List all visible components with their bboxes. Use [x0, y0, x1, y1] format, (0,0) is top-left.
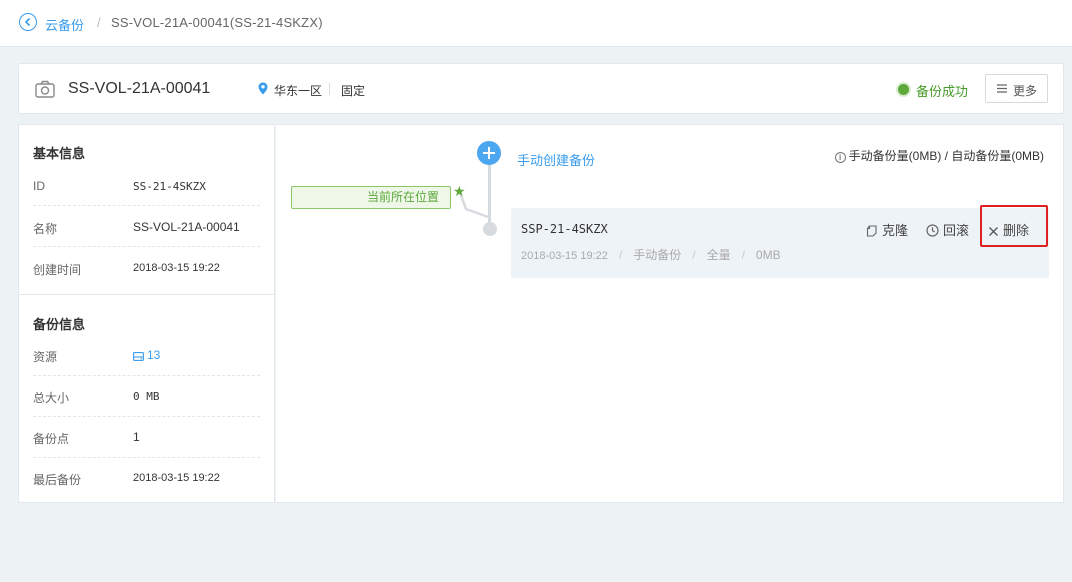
last-backup-label: 最后备份 [33, 473, 82, 487]
row-divider [33, 246, 260, 247]
snapshot-date: 2018-03-15 19:22 [521, 250, 608, 262]
rollback-label: 回滚 [943, 223, 970, 238]
resource-link[interactable]: 13 [133, 348, 160, 362]
row-divider [33, 416, 260, 417]
backup-points-value: 1 [133, 430, 140, 444]
total-size-label: 总大小 [33, 391, 70, 405]
snapshot-name: SSP-21-4SKZX [521, 222, 608, 236]
backup-points-label: 备份点 [33, 432, 70, 446]
clock-icon [926, 224, 939, 237]
current-position-label: 当前所在位置 [291, 186, 451, 209]
created-time-label: 创建时间 [33, 263, 82, 277]
created-time-value: 2018-03-15 19:22 [133, 262, 220, 274]
resource-label: 资源 [33, 350, 58, 364]
breadcrumb-parent-link[interactable]: 云备份 [45, 15, 84, 34]
id-value: SS-21-4SKZX [133, 180, 206, 193]
row-divider [33, 457, 260, 458]
timeline-node[interactable] [483, 222, 497, 236]
row-divider [33, 205, 260, 206]
page-title: SS-VOL-21A-00041 [68, 80, 211, 97]
clone-button[interactable]: 克隆 [866, 220, 908, 239]
breadcrumb-separator: / [97, 15, 101, 30]
backup-quota-text: 手动备份量(0MB) / 自动备份量(0MB) [848, 149, 1044, 163]
clone-icon [866, 225, 877, 237]
snapshot-type: 手动备份 [633, 248, 682, 262]
camera-icon [35, 80, 55, 101]
add-backup-plus-icon[interactable] [477, 141, 501, 165]
last-backup-value: 2018-03-15 19:22 [133, 472, 220, 484]
delete-highlight-box [980, 205, 1048, 247]
backup-header: SS-VOL-21A-00041 华东一区 固定 备份成功 更多 [18, 63, 1064, 114]
backup-timeline-panel: 手动创建备份 i 手动备份量(0MB) / 自动备份量(0MB) 当前所在位置 ★… [276, 124, 1064, 503]
region-label: 华东一区 [274, 84, 323, 98]
status-dot-icon [898, 84, 909, 95]
backup-quota: i 手动备份量(0MB) / 自动备份量(0MB) [834, 147, 1044, 164]
clone-label: 克隆 [882, 223, 909, 238]
meta-separator: / [618, 248, 623, 262]
resource-count: 13 [147, 348, 161, 362]
snapshot-mode: 全量 [706, 248, 731, 262]
info-icon: i [834, 152, 846, 163]
snapshot-meta: 2018-03-15 19:22 / 手动备份 / 全量 / 0MB [521, 246, 781, 263]
total-size-value: 0 MB [133, 390, 160, 403]
star-icon: ★ [453, 183, 466, 199]
snapshot-size: 0MB [755, 248, 781, 262]
meta-separator: / [741, 248, 745, 262]
more-button-label: 更多 [1013, 84, 1038, 98]
name-value: SS-VOL-21A-00041 [133, 220, 240, 234]
disk-icon [133, 352, 144, 361]
section-divider [19, 294, 275, 295]
map-pin-icon [258, 82, 268, 98]
rollback-button[interactable]: 回滚 [926, 220, 969, 239]
info-panel: 基本信息 ID SS-21-4SKZX 名称 SS-VOL-21A-00041 … [18, 124, 275, 503]
breadcrumb-current: SS-VOL-21A-00041(SS-21-4SKZX) [111, 15, 323, 30]
meta-separator: / [692, 248, 696, 262]
basic-info-title: 基本信息 [33, 146, 86, 161]
name-label: 名称 [33, 222, 58, 236]
row-divider [33, 375, 260, 376]
header-divider [329, 83, 330, 95]
breadcrumb-bar: 云备份 / SS-VOL-21A-00041(SS-21-4SKZX) [0, 0, 1072, 47]
more-button[interactable]: 更多 [985, 74, 1048, 103]
status-badge: 备份成功 [916, 84, 969, 99]
fixed-tag: 固定 [341, 84, 366, 98]
menu-icon [997, 84, 1007, 93]
backup-info-title: 备份信息 [33, 317, 86, 332]
snapshot-row[interactable]: SSP-21-4SKZX 2018-03-15 19:22 / 手动备份 / 全量 / 0M… [511, 205, 1049, 278]
chevron-left-circle-icon[interactable] [19, 13, 37, 31]
id-label: ID [33, 179, 45, 193]
create-manual-backup-link[interactable]: 手动创建备份 [517, 150, 595, 169]
